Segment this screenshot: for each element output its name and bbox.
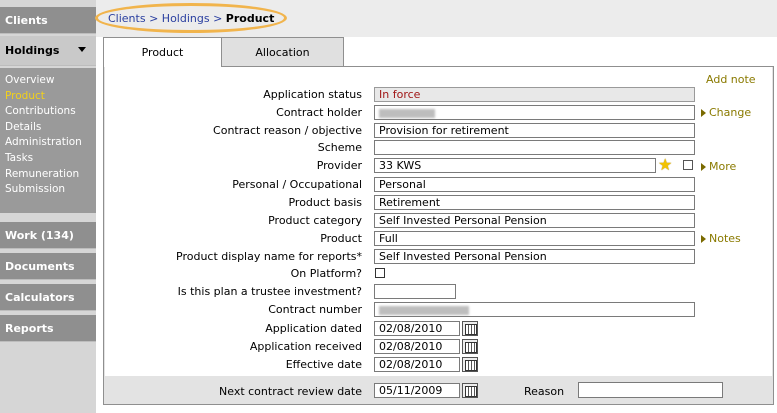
contract-reason-label: Contract reason / objective xyxy=(213,124,362,137)
next-review-label: Next contract review date xyxy=(219,385,362,398)
contract-number-label: Contract number xyxy=(268,303,362,316)
holdings-subnav: Overview Product Contributions Details A… xyxy=(0,68,96,213)
personal-occupational-field[interactable]: Personal xyxy=(374,177,695,192)
nav-documents[interactable]: Documents xyxy=(0,253,96,280)
effective-date-field[interactable]: 02/08/2010 xyxy=(374,357,460,372)
tab-product[interactable]: Product xyxy=(103,37,222,67)
notes-link[interactable]: Notes xyxy=(701,232,741,245)
calendar-icon[interactable] xyxy=(462,383,478,398)
application-received-field[interactable]: 02/08/2010 xyxy=(374,339,460,354)
redacted-text xyxy=(379,305,469,315)
change-link[interactable]: Change xyxy=(701,106,751,119)
effective-date-label: Effective date xyxy=(285,358,362,371)
subnav-submission[interactable]: Submission xyxy=(0,182,96,198)
product-basis-label: Product basis xyxy=(288,196,362,209)
subnav-tasks[interactable]: Tasks xyxy=(0,151,96,167)
subnav-overview[interactable]: Overview xyxy=(0,73,96,89)
personal-occupational-label: Personal / Occupational xyxy=(232,178,362,191)
on-platform-checkbox[interactable] xyxy=(375,268,385,278)
contract-number-field[interactable] xyxy=(374,302,695,317)
subnav-contributions[interactable]: Contributions xyxy=(0,104,96,120)
nav-reports[interactable]: Reports xyxy=(0,315,96,342)
star-icon[interactable]: ★ xyxy=(658,157,672,173)
notes-label: Notes xyxy=(709,232,741,245)
product-label: Product xyxy=(320,232,362,245)
product-category-field[interactable]: Self Invested Personal Pension xyxy=(374,213,695,228)
on-platform-label: On Platform? xyxy=(290,267,362,280)
breadcrumb-highlight xyxy=(95,3,287,33)
tab-allocation[interactable]: Allocation xyxy=(222,37,344,67)
change-label: Change xyxy=(709,106,752,119)
scheme-label: Scheme xyxy=(317,141,362,154)
contract-holder-field[interactable] xyxy=(374,105,695,120)
calendar-icon[interactable] xyxy=(462,339,478,354)
application-dated-field[interactable]: 02/08/2010 xyxy=(374,321,460,336)
provider-field[interactable]: 33 KWS xyxy=(374,158,656,173)
nav-clients[interactable]: Clients xyxy=(0,7,96,34)
subnav-administration[interactable]: Administration xyxy=(0,135,96,151)
reason-label: Reason xyxy=(524,385,565,398)
favourite-checkbox[interactable] xyxy=(683,160,693,170)
arrow-right-icon xyxy=(701,235,706,243)
display-name-field[interactable]: Self Invested Personal Pension xyxy=(374,249,695,264)
caret-down-icon xyxy=(78,47,86,52)
product-field[interactable]: Full xyxy=(374,231,695,246)
trustee-investment-label: Is this plan a trustee investment? xyxy=(177,285,362,298)
application-dated-label: Application dated xyxy=(265,322,362,335)
reason-field[interactable] xyxy=(578,382,723,398)
next-review-field[interactable]: 05/11/2009 xyxy=(374,383,460,398)
nav-work[interactable]: Work (134) xyxy=(0,222,96,249)
display-name-label: Product display name for reports* xyxy=(176,250,362,263)
nav-holdings[interactable]: Holdings xyxy=(0,36,96,66)
add-note-link[interactable]: Add note xyxy=(706,73,756,86)
scheme-field[interactable] xyxy=(374,140,695,155)
calendar-icon[interactable] xyxy=(462,321,478,336)
more-link[interactable]: More xyxy=(701,160,736,173)
trustee-investment-field[interactable] xyxy=(374,284,456,299)
application-received-label: Application received xyxy=(249,340,362,353)
subnav-remuneration[interactable]: Remuneration xyxy=(0,167,96,183)
application-status-field: In force xyxy=(374,87,695,102)
application-status-label: Application status xyxy=(263,88,362,101)
subnav-product[interactable]: Product xyxy=(0,89,96,105)
arrow-right-icon xyxy=(701,109,706,117)
nav-holdings-label: Holdings xyxy=(5,44,60,57)
redacted-text xyxy=(379,108,435,118)
arrow-right-icon xyxy=(701,163,706,171)
more-label: More xyxy=(709,160,737,173)
subnav-details[interactable]: Details xyxy=(0,120,96,136)
product-basis-field[interactable]: Retirement xyxy=(374,195,695,210)
nav-calculators[interactable]: Calculators xyxy=(0,284,96,311)
calendar-icon[interactable] xyxy=(462,357,478,372)
contract-reason-field[interactable]: Provision for retirement xyxy=(374,123,695,138)
sidebar: Clients Holdings Overview Product Contri… xyxy=(0,0,96,413)
contract-holder-label: Contract holder xyxy=(276,106,362,119)
provider-label: Provider xyxy=(316,159,362,172)
product-category-label: Product category xyxy=(268,214,362,227)
